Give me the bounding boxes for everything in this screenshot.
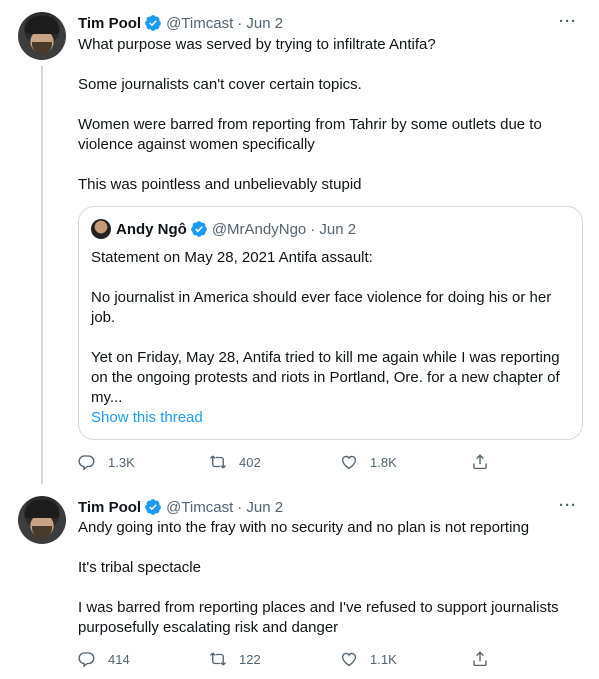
like-icon — [341, 652, 357, 667]
reply-button[interactable]: 414 — [78, 650, 209, 668]
tweet-paragraph: Some journalists can't cover certain top… — [78, 76, 362, 93]
like-count: 1.1K — [370, 651, 397, 667]
retweet-button[interactable]: 402 — [209, 453, 340, 471]
tweet-date[interactable]: · Jun 2 — [237, 15, 283, 32]
more-icon[interactable]: ··· — [559, 13, 577, 30]
tweet-text: What purpose was served by trying to inf… — [78, 35, 578, 195]
share-button[interactable] — [471, 650, 501, 668]
reply-count: 414 — [108, 651, 130, 667]
tweet-paragraph: No journalist in America should ever fac… — [91, 289, 552, 326]
retweet-icon — [210, 455, 226, 469]
verified-badge-icon — [145, 15, 161, 31]
like-button[interactable]: 1.1K — [340, 650, 471, 668]
retweet-count: 402 — [239, 454, 261, 470]
author-name[interactable]: Tim Pool — [78, 15, 141, 32]
tweet-paragraph: What purpose was served by trying to inf… — [78, 36, 436, 53]
quoted-tweet-text: Statement on May 28, 2021 Antifa assault… — [91, 248, 571, 408]
tweet-paragraph: This was pointless and unbelievably stup… — [78, 176, 362, 193]
like-icon — [341, 455, 357, 470]
tweet-actions: 414 122 1.1K — [78, 649, 508, 669]
tweet[interactable]: Tim Pool @Timcast · Jun 2 ··· Andy going… — [0, 484, 599, 679]
like-count: 1.8K — [370, 454, 397, 470]
show-thread-link[interactable]: Show this thread — [91, 408, 203, 428]
tweet-paragraph: Women were barred from reporting from Ta… — [78, 116, 542, 153]
more-icon[interactable]: ··· — [559, 497, 577, 514]
like-button[interactable]: 1.8K — [340, 453, 471, 471]
reply-icon — [78, 652, 95, 668]
thread-connector-line — [41, 66, 43, 484]
author-handle[interactable]: @Timcast — [166, 499, 233, 516]
reply-button[interactable]: 1.3K — [78, 453, 209, 471]
avatar[interactable] — [18, 496, 66, 544]
tweet-text: Andy going into the fray with no securit… — [78, 518, 578, 638]
avatar — [91, 219, 111, 239]
verified-badge-icon — [190, 221, 207, 237]
share-icon — [473, 454, 487, 470]
reply-count: 1.3K — [108, 454, 135, 470]
retweet-count: 122 — [239, 651, 261, 667]
tweet-paragraph: I was barred from reporting places and I… — [78, 599, 559, 636]
author-handle: @MrAndyNgo — [211, 220, 307, 238]
tweet-paragraph: It's tribal spectacle — [78, 559, 201, 576]
verified-badge-icon — [145, 499, 161, 515]
quoted-tweet[interactable]: Andy Ngô @MrAndyNgo · Jun 2 Statement on… — [78, 206, 583, 440]
author-name: Andy Ngô — [116, 220, 187, 238]
reply-icon — [78, 455, 95, 471]
tweet-paragraph: Andy going into the fray with no securit… — [78, 519, 530, 536]
tweet-actions: 1.3K 402 1.8K — [78, 452, 508, 472]
tweet-date[interactable]: · Jun 2 — [237, 499, 283, 516]
author-handle[interactable]: @Timcast — [166, 15, 233, 32]
retweet-button[interactable]: 122 — [209, 650, 340, 668]
author-name[interactable]: Tim Pool — [78, 499, 141, 516]
avatar[interactable] — [18, 12, 66, 60]
share-button[interactable] — [471, 453, 501, 471]
tweet-header: Tim Pool @Timcast · Jun 2 — [78, 497, 283, 517]
retweet-icon — [210, 652, 226, 666]
tweet-paragraph: Yet on Friday, May 28, Antifa tried to k… — [91, 349, 560, 406]
tweet-date: · Jun 2 — [310, 220, 357, 238]
tweet-header: Tim Pool @Timcast · Jun 2 — [78, 13, 283, 33]
share-icon — [473, 651, 487, 667]
quoted-tweet-header: Andy Ngô @MrAndyNgo · Jun 2 — [91, 219, 356, 239]
tweet-paragraph: Statement on May 28, 2021 Antifa assault… — [91, 249, 373, 266]
tweet[interactable]: Tim Pool @Timcast · Jun 2 ··· What purpo… — [0, 0, 599, 484]
